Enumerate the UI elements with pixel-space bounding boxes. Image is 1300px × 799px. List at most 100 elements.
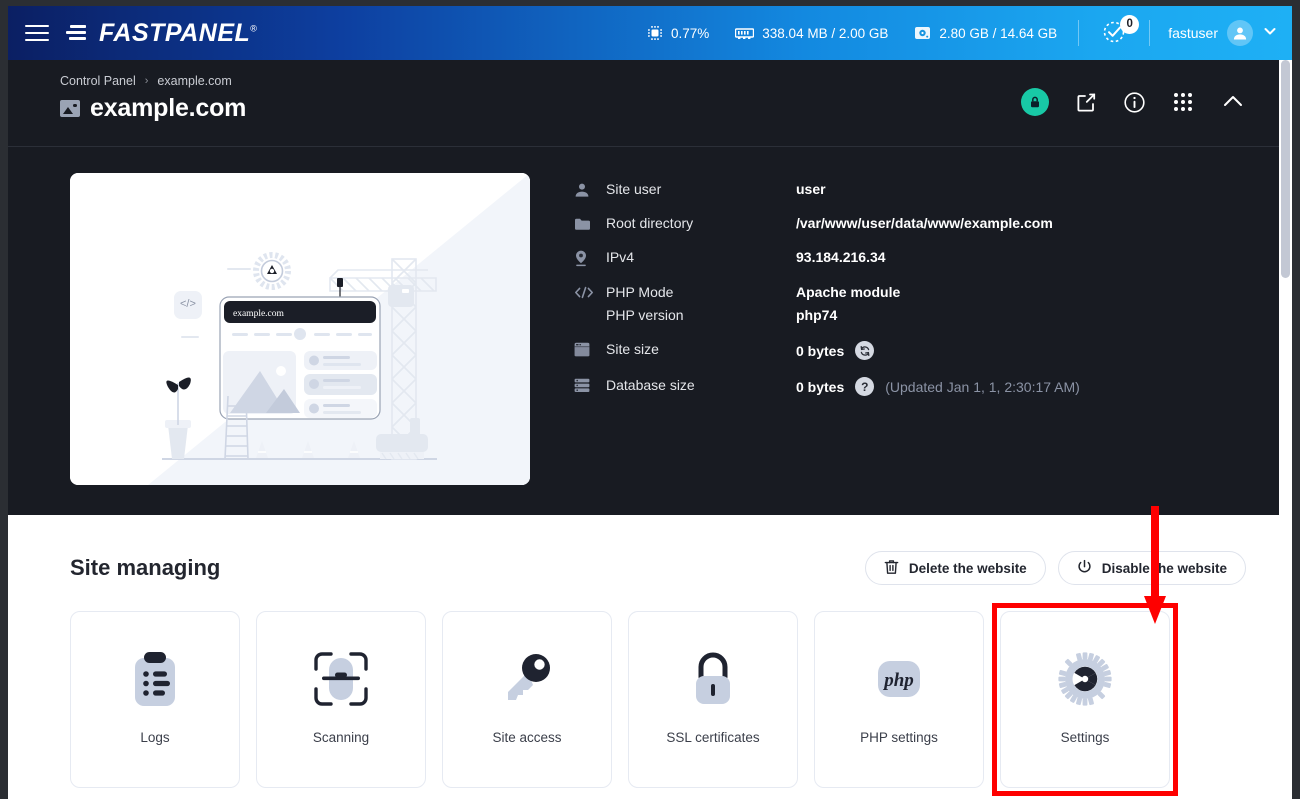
info-value: user (796, 181, 826, 197)
app-viewport: FASTPANEL® 0.77% 338.04 MB / 2.00 GB 2.8… (8, 6, 1292, 799)
site-managing-actions: Delete the website Disable the website (864, 551, 1246, 585)
tile-php-settings[interactable]: php PHP settings (814, 611, 984, 788)
chevron-down-icon[interactable] (1262, 23, 1278, 44)
site-overview-section: Control Panel › example.com example.com (8, 60, 1292, 515)
key-icon (498, 648, 556, 710)
ram-icon (735, 26, 755, 40)
info-value: /var/www/user/data/www/example.com (796, 215, 1053, 231)
collapse-button[interactable] (1220, 89, 1246, 115)
info-row-site-size: Site size 0 bytes (574, 341, 1268, 360)
server-stats-group: 0.77% 338.04 MB / 2.00 GB 2.80 GB / 14.6… (634, 14, 1292, 51)
disable-website-label: Disable the website (1101, 560, 1227, 576)
info-label: IPv4 (606, 249, 635, 265)
cpu-stat-value: 0.77% (671, 25, 710, 41)
info-row-php-mode: PHP Mode Apache module PHP version php74 (574, 284, 1268, 323)
divider (1149, 20, 1151, 46)
php-icon-text: php (882, 670, 914, 691)
scrollbar-thumb[interactable] (1281, 60, 1290, 278)
database-icon (574, 377, 606, 393)
info-value: 0 bytes (796, 342, 845, 359)
site-managing-section: Site managing Delete the website Disable… (8, 515, 1292, 799)
cpu-icon (647, 25, 663, 41)
tile-label: Site access (492, 730, 562, 745)
breadcrumb-root[interactable]: Control Panel (60, 74, 136, 88)
header-actions (1021, 88, 1246, 116)
user-icon (574, 181, 606, 198)
delete-website-label: Delete the website (908, 560, 1027, 576)
disk-stat: 2.80 GB / 14.64 GB (901, 25, 1070, 41)
tile-label: Logs (140, 730, 170, 745)
trash-icon (884, 559, 899, 578)
tile-settings[interactable]: Settings (1000, 611, 1170, 788)
image-placeholder-icon (60, 100, 80, 117)
info-label: Site size (606, 341, 659, 357)
ram-stat-value: 338.04 MB / 2.00 GB (762, 25, 889, 41)
php-icon: php (870, 648, 928, 710)
clipboard-list-icon (128, 648, 182, 710)
website-under-construction-illustration: example.com </> (70, 173, 530, 485)
info-row-site-user: Site user user (574, 181, 1268, 198)
info-label: Database size (606, 377, 695, 393)
padlock-icon (686, 648, 740, 710)
user-name-label: fastuser (1168, 25, 1218, 41)
info-value: Apache module (796, 284, 901, 300)
apps-grid-button[interactable] (1172, 91, 1194, 113)
open-site-button[interactable] (1075, 91, 1097, 113)
fastpanel-logo-mark (66, 23, 90, 43)
help-icon[interactable]: ? (855, 377, 875, 396)
tile-label: Settings (1060, 730, 1110, 745)
breadcrumb-separator: › (144, 75, 149, 87)
info-label: PHP Mode (606, 284, 674, 300)
fastpanel-logo-text: FASTPANEL (99, 18, 251, 47)
tile-logs[interactable]: Logs (70, 611, 240, 788)
code-icon (574, 284, 606, 300)
power-icon (1077, 559, 1092, 578)
tile-label: PHP settings (860, 730, 938, 745)
info-row-root-directory: Root directory /var/www/user/data/www/ex… (574, 215, 1268, 232)
ssl-lock-badge[interactable] (1021, 88, 1049, 116)
tile-settings-wrapper: Settings (992, 603, 1178, 796)
folder-icon (574, 215, 606, 232)
info-value-php-version: php74 (796, 307, 838, 323)
page-title: example.com (90, 94, 247, 122)
cpu-stat: 0.77% (634, 25, 722, 41)
user-avatar-icon (1227, 20, 1253, 46)
breadcrumb-current[interactable]: example.com (157, 74, 231, 88)
database-updated-note: (Updated Jan 1, 1, 2:30:17 AM) (885, 378, 1080, 395)
info-button[interactable] (1123, 91, 1146, 114)
tile-label: SSL certificates (666, 730, 760, 745)
info-label-php-version: PHP version (606, 307, 684, 323)
disk-icon (914, 25, 931, 41)
refresh-icon[interactable] (855, 341, 875, 360)
page-header: Control Panel › example.com example.com (8, 60, 1292, 134)
illustration-browser-title: example.com (233, 309, 285, 319)
tile-scanning[interactable]: Scanning (256, 611, 426, 788)
hamburger-menu-icon[interactable] (8, 20, 66, 46)
section-title: Site managing (70, 555, 221, 580)
breadcrumb: Control Panel › example.com (60, 74, 1268, 88)
site-managing-tiles: Logs Scanning Site access SSL certificat… (70, 603, 1246, 796)
site-illustration-card: example.com </> (70, 173, 530, 485)
divider (1078, 20, 1080, 46)
illustration-code-glyph: </> (180, 298, 196, 310)
info-row-ipv4: IPv4 93.184.216.34 (574, 249, 1268, 267)
ram-stat: 338.04 MB / 2.00 GB (722, 26, 901, 41)
registered-mark: ® (250, 23, 258, 34)
notifications-button[interactable]: 0 (1087, 14, 1141, 51)
info-value: 0 bytes (796, 378, 845, 395)
tile-ssl-certificates[interactable]: SSL certificates (628, 611, 798, 788)
gear-icon (1056, 648, 1114, 710)
disable-website-button[interactable]: Disable the website (1057, 551, 1246, 585)
fastpanel-logo[interactable]: FASTPANEL® (66, 18, 258, 47)
info-label: Root directory (606, 215, 694, 231)
info-value: 93.184.216.34 (796, 249, 886, 265)
page-scrollbar[interactable] (1279, 60, 1292, 799)
user-menu[interactable]: fastuser (1158, 20, 1278, 46)
delete-website-button[interactable]: Delete the website (864, 551, 1046, 585)
site-info-list: Site user user Root directory /var/www/u… (574, 173, 1268, 485)
top-navigation-bar: FASTPANEL® 0.77% 338.04 MB / 2.00 GB 2.8… (8, 6, 1292, 60)
notification-count-badge: 0 (1120, 14, 1140, 34)
info-label: Site user (606, 181, 662, 197)
tile-site-access[interactable]: Site access (442, 611, 612, 788)
tile-label: Scanning (312, 730, 370, 745)
